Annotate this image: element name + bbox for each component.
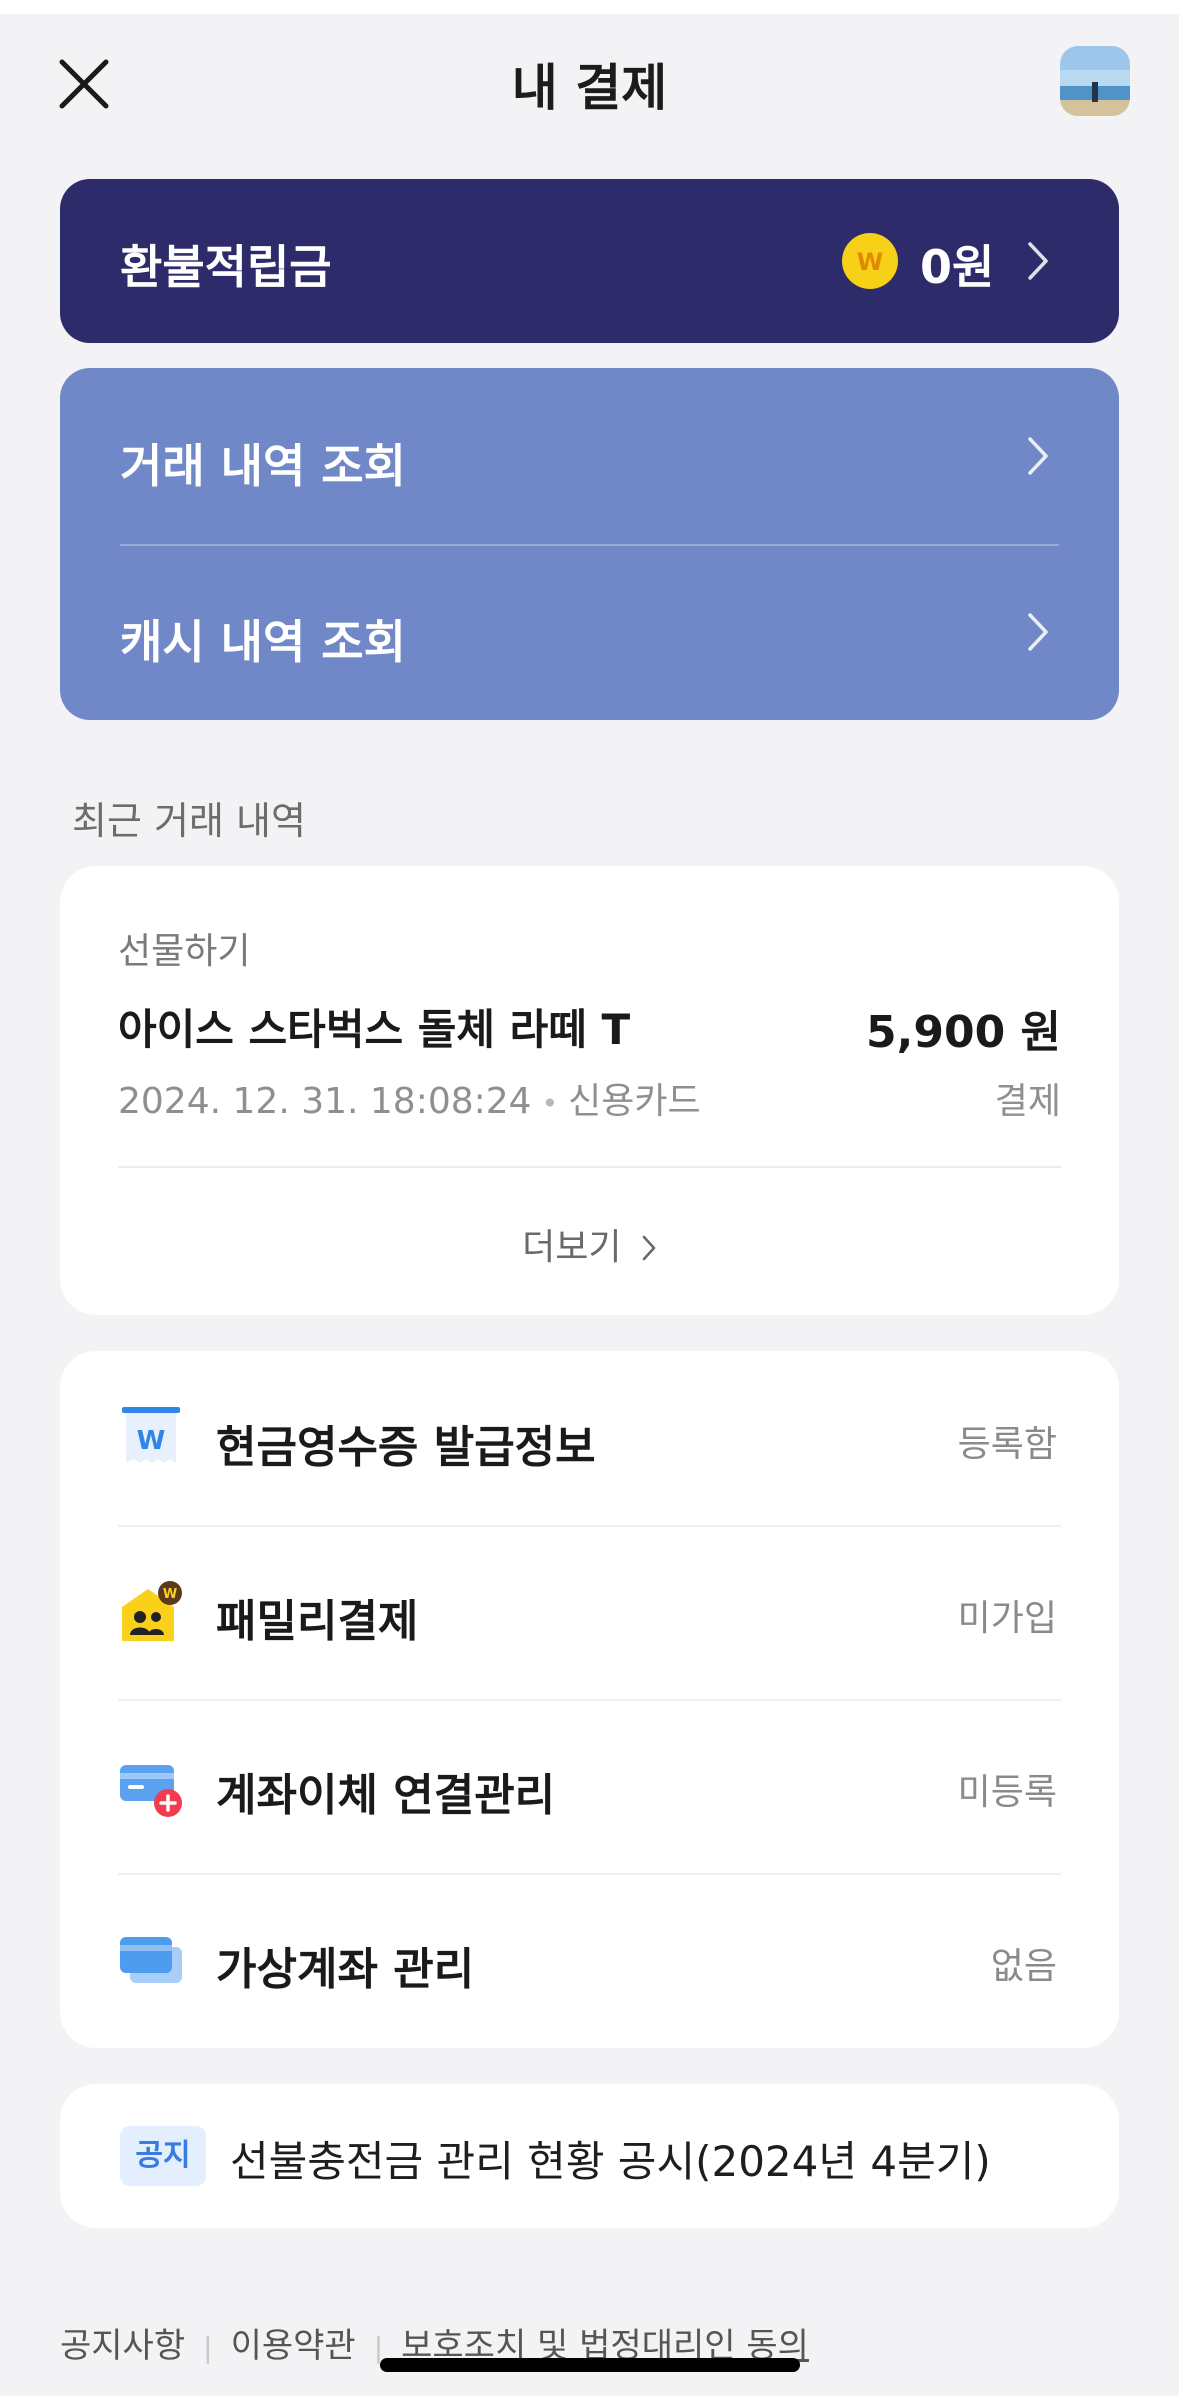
notice-banner[interactable]: 공지 선불충전금 관리 현황 공시(2024년 4분기): [60, 2084, 1119, 2228]
separator: |: [203, 2331, 213, 2364]
footer-link-notices[interactable]: 공지사항: [60, 2326, 185, 2366]
status-bar-strip: [0, 0, 1179, 14]
family-pay-label: 패밀리결제: [216, 1596, 419, 1647]
chevron-right-icon: [642, 1235, 656, 1261]
virtual-account-row[interactable]: 가상계좌 관리 없음: [60, 1873, 1119, 2047]
notice-text: 선불충전금 관리 현황 공시(2024년 4분기): [230, 2137, 991, 2186]
virtual-account-icon: [120, 1937, 182, 1983]
transaction-meta: 2024. 12. 31. 18:08:24 • 신용카드: [118, 1072, 701, 1124]
bank-transfer-row[interactable]: 계좌이체 연결관리 미등록: [60, 1699, 1119, 1873]
more-label: 더보기: [522, 1227, 622, 1268]
more-button[interactable]: 더보기: [60, 1218, 1119, 1270]
recent-transaction-card: 선물하기 아이스 스타벅스 돌체 라떼 T 5,900 원 2024. 12. …: [60, 866, 1119, 1315]
recent-transactions-title: 최근 거래 내역: [72, 799, 306, 843]
family-pay-row[interactable]: W 패밀리결제 미가입: [60, 1525, 1119, 1699]
virtual-account-label: 가상계좌 관리: [216, 1944, 475, 1995]
history-card: 거래 내역 조회 캐시 내역 조회: [60, 368, 1119, 720]
transaction-name[interactable]: 아이스 스타벅스 돌체 라떼 T: [118, 996, 630, 1057]
svg-text:W: W: [137, 1426, 166, 1456]
coin-icon: W: [842, 233, 898, 289]
bank-card-add-icon: [120, 1765, 182, 1817]
bank-transfer-label: 계좌이체 연결관리: [216, 1770, 556, 1821]
family-pay-status: 미가입: [957, 1598, 1057, 1639]
separator-dot: •: [541, 1087, 559, 1120]
refund-points-label: 환불적립금: [120, 240, 332, 294]
transaction-status: 결제: [994, 1081, 1061, 1122]
cash-receipt-label: 현금영수증 발급정보: [216, 1422, 596, 1473]
cash-history-label: 캐시 내역 조회: [120, 615, 406, 669]
refund-points-value: 0원: [920, 240, 995, 294]
payment-method: 신용카드: [568, 1081, 701, 1122]
home-indicator: [380, 2358, 800, 2372]
chevron-right-icon: [1028, 437, 1048, 475]
transaction-history-row[interactable]: 거래 내역 조회: [60, 368, 1119, 544]
divider: [118, 1166, 1061, 1168]
transaction-history-label: 거래 내역 조회: [120, 439, 406, 493]
payment-settings-card: W 현금영수증 발급정보 등록함 W 패밀리결제 미가입 계좌이체 연결관리 미…: [60, 1351, 1119, 2048]
cash-history-row[interactable]: 캐시 내역 조회: [60, 544, 1119, 720]
profile-photo: [1060, 46, 1130, 116]
notice-badge: 공지: [120, 2126, 206, 2186]
transaction-amount: 5,900 원: [866, 1007, 1061, 1058]
svg-text:W: W: [857, 248, 883, 276]
footer-link-terms[interactable]: 이용약관: [231, 2326, 356, 2366]
chevron-right-icon: [1028, 242, 1048, 280]
bank-transfer-status: 미등록: [957, 1772, 1057, 1813]
cash-receipt-row[interactable]: W 현금영수증 발급정보 등록함: [60, 1351, 1119, 1525]
svg-text:W: W: [163, 1587, 177, 1602]
transaction-category: 선물하기: [118, 931, 251, 972]
virtual-account-status: 없음: [990, 1946, 1057, 1987]
refund-points-card[interactable]: 환불적립금 W 0원: [60, 179, 1119, 343]
chevron-right-icon: [1028, 613, 1048, 651]
transaction-datetime: 2024. 12. 31. 18:08:24: [118, 1081, 532, 1122]
page-title: 내 결제: [511, 59, 668, 117]
family-pay-icon: W: [122, 1581, 182, 1641]
avatar[interactable]: [1060, 46, 1130, 116]
cash-receipt-status: 등록함: [957, 1424, 1057, 1465]
cash-receipt-icon: W: [122, 1407, 180, 1463]
